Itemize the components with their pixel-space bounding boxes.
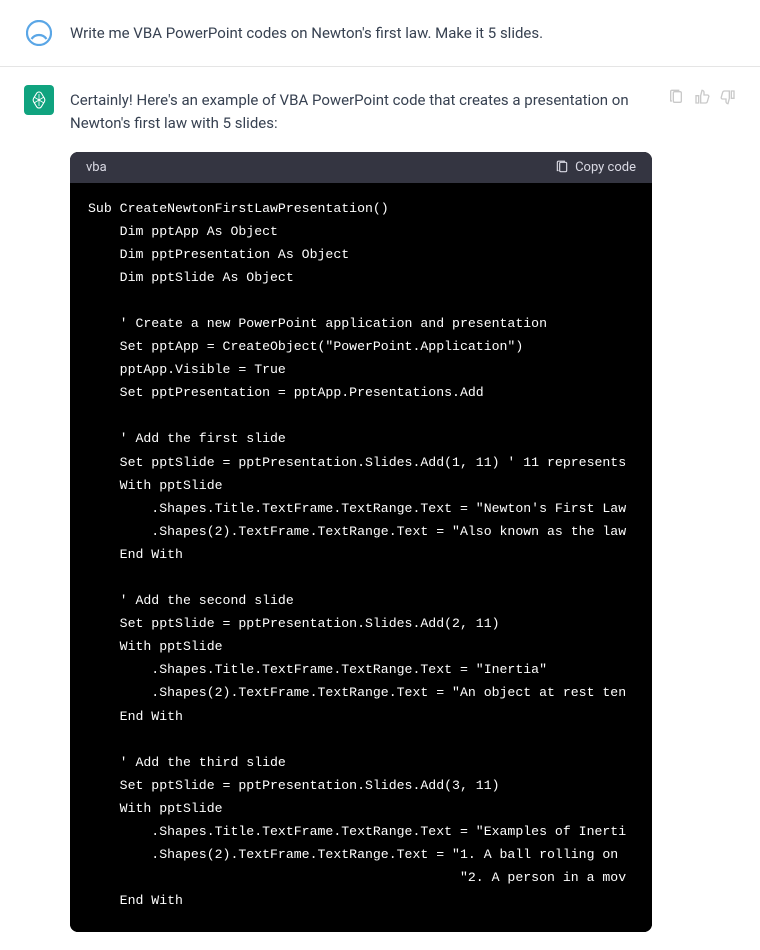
user-avatar-icon bbox=[26, 20, 52, 46]
code-header: vba Copy code bbox=[70, 152, 652, 183]
assistant-actions bbox=[668, 85, 736, 932]
clipboard-icon[interactable] bbox=[668, 89, 684, 105]
thumbs-down-icon[interactable] bbox=[720, 89, 736, 105]
user-message-row: Write me VBA PowerPoint codes on Newton'… bbox=[0, 0, 760, 67]
assistant-avatar bbox=[24, 85, 54, 115]
assistant-message-body: Certainly! Here's an example of VBA Powe… bbox=[70, 85, 652, 932]
chat-area: Write me VBA PowerPoint codes on Newton'… bbox=[0, 0, 760, 950]
user-avatar bbox=[24, 18, 54, 48]
clipboard-icon bbox=[555, 160, 569, 174]
assistant-message-text: Certainly! Here's an example of VBA Powe… bbox=[70, 89, 652, 136]
copy-code-button[interactable]: Copy code bbox=[555, 160, 636, 175]
code-language-label: vba bbox=[86, 160, 107, 175]
user-message-body: Write me VBA PowerPoint codes on Newton'… bbox=[70, 18, 736, 48]
assistant-avatar-icon bbox=[29, 90, 49, 110]
thumbs-up-icon[interactable] bbox=[694, 89, 710, 105]
code-block: vba Copy code Sub CreateNewtonFirstLawPr… bbox=[70, 152, 652, 933]
copy-code-label: Copy code bbox=[575, 160, 636, 175]
code-content[interactable]: Sub CreateNewtonFirstLawPresentation() D… bbox=[70, 183, 652, 933]
assistant-message-row: Certainly! Here's an example of VBA Powe… bbox=[0, 67, 760, 950]
user-message-text: Write me VBA PowerPoint codes on Newton'… bbox=[70, 22, 736, 45]
